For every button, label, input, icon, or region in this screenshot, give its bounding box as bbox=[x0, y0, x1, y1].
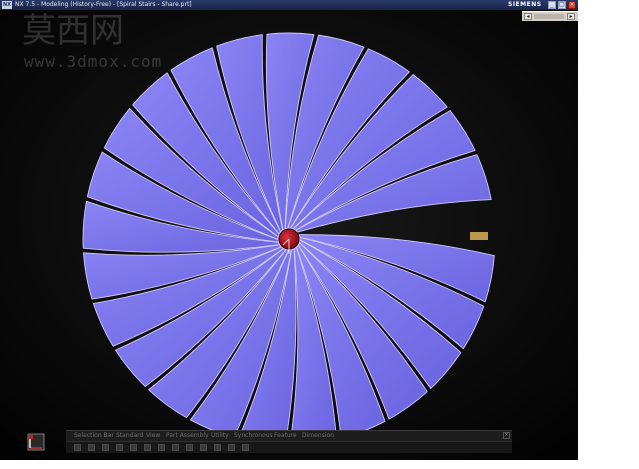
nx-window: NX NX 7.5 - Modeling (History-Free) - [S… bbox=[0, 0, 578, 460]
scroll-left-button[interactable]: ◂ bbox=[524, 13, 532, 20]
toolbar-item-utility[interactable]: Utility bbox=[211, 431, 229, 441]
scroll-track[interactable] bbox=[534, 14, 564, 19]
toolbar-item-synchronous[interactable]: Synchronous bbox=[234, 431, 273, 441]
toolbar-icon[interactable] bbox=[116, 444, 123, 451]
toolbar-icon[interactable] bbox=[172, 444, 179, 451]
view-scroll-bar[interactable]: ◂ ▸ bbox=[522, 11, 578, 21]
toolbar-icon[interactable] bbox=[200, 444, 207, 451]
toolbar-item-view[interactable]: View bbox=[146, 431, 160, 441]
title-bar[interactable]: NX NX 7.5 - Modeling (History-Free) - [S… bbox=[0, 0, 578, 10]
toolbar-item-part-assembly[interactable]: Part Assembly bbox=[166, 431, 209, 441]
toolbar-icon[interactable] bbox=[158, 444, 165, 451]
maximize-button[interactable]: □ bbox=[558, 1, 566, 9]
toolbar-icon[interactable] bbox=[228, 444, 235, 451]
nx-app-icon[interactable]: NX bbox=[2, 1, 12, 9]
toolbar-item-standard[interactable]: Standard bbox=[116, 431, 143, 441]
toolbar-icon[interactable] bbox=[186, 444, 193, 451]
siemens-brand: SIEMENS bbox=[508, 1, 542, 8]
toolbar-icon[interactable] bbox=[74, 444, 81, 451]
toolbar-icon[interactable] bbox=[88, 444, 95, 451]
toolbar-close-button[interactable]: × bbox=[503, 432, 510, 439]
toolbar-item-dimension[interactable]: Dimension bbox=[302, 431, 334, 441]
toolbar-icon[interactable] bbox=[144, 444, 151, 451]
wcs-triad-icon bbox=[27, 433, 45, 451]
window-title: NX 7.5 - Modeling (History-Free) - [Spir… bbox=[15, 1, 192, 8]
toolbar-icon[interactable] bbox=[242, 444, 249, 451]
command-toolbar[interactable]: Selection Bar Standard View Part Assembl… bbox=[66, 430, 512, 441]
graphics-viewport[interactable] bbox=[0, 10, 578, 460]
tread-gap-highlight bbox=[470, 232, 488, 240]
spiral-stair-model[interactable] bbox=[0, 10, 578, 460]
toolbar-icon[interactable] bbox=[214, 444, 221, 451]
toolbar-icon[interactable] bbox=[130, 444, 137, 451]
icon-toolbar[interactable] bbox=[66, 441, 512, 453]
toolbar-icon[interactable] bbox=[102, 444, 109, 451]
minimize-button[interactable]: _ bbox=[548, 1, 556, 9]
scroll-right-button[interactable]: ▸ bbox=[567, 13, 575, 20]
close-button[interactable]: × bbox=[568, 1, 576, 9]
toolbar-item-selection-bar[interactable]: Selection Bar bbox=[74, 431, 114, 441]
toolbar-item-feature[interactable]: Feature bbox=[274, 431, 297, 441]
